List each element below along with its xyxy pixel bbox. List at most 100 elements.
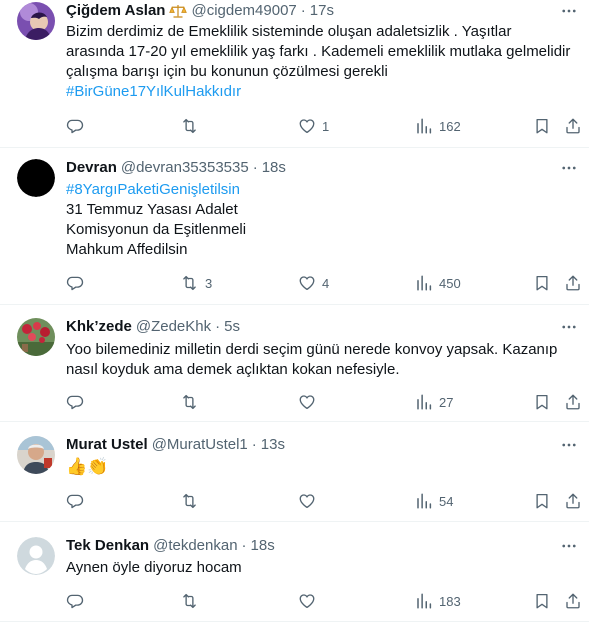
bookmark-icon [533,492,551,510]
tweet-text-line: Aynen öyle diyoruz hocam [66,559,242,576]
bookmark-button[interactable] [533,272,551,294]
share-icon [564,393,582,411]
bookmark-button[interactable] [533,115,551,137]
tweet: Tek Denkan @tekdenkan · 18s Aynen öyle diyor… [0,522,589,622]
reply-button[interactable] [66,490,90,512]
share-button[interactable] [564,391,582,413]
reply-icon [66,117,84,135]
author-handle[interactable]: @tekdenkan [153,536,237,556]
author-name[interactable]: Murat Ustel [66,435,148,455]
scales-icon [169,3,188,19]
separator-dot: · [215,318,221,335]
share-button[interactable] [564,115,582,137]
author-handle[interactable]: @cigdem49007 [191,1,296,21]
timestamp[interactable]: 18s [262,158,286,178]
tweet-header: Murat Ustel @MuratUstel1 · 13s [66,435,285,455]
retweet-icon [180,393,199,411]
bookmark-icon [533,274,551,292]
tweet-text-line: 31 Temmuz Yasası Adalet [66,201,238,218]
like-button[interactable] [298,590,322,612]
retweet-button[interactable] [180,590,205,612]
avatar[interactable] [17,159,55,197]
retweet-button[interactable]: 3 [180,272,212,294]
share-icon [564,492,582,510]
more-dots-icon[interactable] [559,158,579,178]
reply-button[interactable] [66,590,90,612]
retweet-button[interactable] [180,115,205,137]
more-dots-icon[interactable] [559,317,579,337]
tweet-text-line: 👍👏 [66,457,109,476]
separator-dot: · [300,2,306,19]
tweet-text: 👍👏 [66,457,571,477]
author-name[interactable]: Devran [66,158,117,178]
bookmark-button[interactable] [533,590,551,612]
avatar[interactable] [17,537,55,575]
reply-button[interactable] [66,115,90,137]
avatar[interactable] [17,318,55,356]
tweet-text: Bizim derdimiz de Emeklilik sisteminde o… [66,22,571,102]
views-button[interactable]: 27 [415,391,453,413]
timestamp[interactable]: 18s [251,536,275,556]
analytics-icon [415,592,433,610]
reply-button[interactable] [66,391,90,413]
avatar[interactable] [17,436,55,474]
retweet-icon [180,274,199,292]
tweet-text: #8YargıPaketiGenişletilsin 31 Temmuz Yasa… [66,180,571,260]
analytics-icon [415,393,433,411]
tweet-header: Khk’zede @ZedeKhk · 5s [66,317,240,337]
reply-button[interactable] [66,272,90,294]
views-button[interactable]: 183 [415,590,461,612]
tweet-text: Aynen öyle diyoruz hocam [66,558,571,578]
separator-dot: · [241,537,247,554]
timestamp[interactable]: 13s [261,435,285,455]
hashtag-link[interactable]: #BirGüne17YılKulHakkıdır [66,82,571,102]
more-dots-icon[interactable] [559,536,579,556]
author-handle[interactable]: @ZedeKhk [136,317,211,337]
reply-icon [66,274,84,292]
timestamp[interactable]: 5s [224,317,240,337]
analytics-icon [415,117,433,135]
share-button[interactable] [564,590,582,612]
author-name[interactable]: Tek Denkan [66,536,149,556]
separator-dot: · [252,159,258,176]
tweet-actions: 1 162 [58,115,588,137]
tweet-actions: 3 4 450 [58,272,588,294]
share-button[interactable] [564,490,582,512]
tweet-text-line: çalışma barışı için bu konunun çözülmesi… [66,63,388,80]
analytics-icon [415,274,433,292]
author-handle[interactable]: @MuratUstel1 [152,435,248,455]
author-handle[interactable]: @devran35353535 [121,158,249,178]
heart-icon [298,117,316,135]
retweet-button[interactable] [180,391,205,413]
tweet-text-line: Mahkum Affedilsin [66,241,188,258]
timestamp[interactable]: 17s [310,1,334,21]
more-dots-icon[interactable] [559,435,579,455]
tweet: Khk’zede @ZedeKhk · 5s Yoo bilemediniz mille… [0,305,589,422]
like-button[interactable] [298,490,322,512]
retweet-button[interactable] [180,490,205,512]
tweet-header: Tek Denkan @tekdenkan · 18s [66,536,275,556]
like-button[interactable]: 1 [298,115,329,137]
tweet: Murat Ustel @MuratUstel1 · 13s 👍👏 54 [0,422,589,522]
like-button[interactable]: 4 [298,272,329,294]
hashtag-link[interactable]: #8YargıPaketiGenişletilsin [66,180,571,200]
avatar[interactable] [17,2,55,40]
bookmark-button[interactable] [533,391,551,413]
retweet-icon [180,592,199,610]
views-count: 183 [439,593,461,609]
reply-icon [66,592,84,610]
author-name[interactable]: Çiğdem Aslan [66,1,165,21]
views-count: 162 [439,118,461,134]
views-button[interactable]: 450 [415,272,461,294]
tweet: Devran @devran35353535 · 18s #8YargıPaketiGe… [0,148,589,305]
like-button[interactable] [298,391,322,413]
views-button[interactable]: 162 [415,115,461,137]
views-button[interactable]: 54 [415,490,453,512]
more-dots-icon[interactable] [559,1,579,21]
share-button[interactable] [564,272,582,294]
bookmark-button[interactable] [533,490,551,512]
tweet-text-line: arasında 17-20 yıl emeklilik yaş farkı .… [66,43,571,60]
tweet-header: Devran @devran35353535 · 18s [66,158,286,178]
views-count: 450 [439,275,461,291]
author-name[interactable]: Khk’zede [66,317,132,337]
